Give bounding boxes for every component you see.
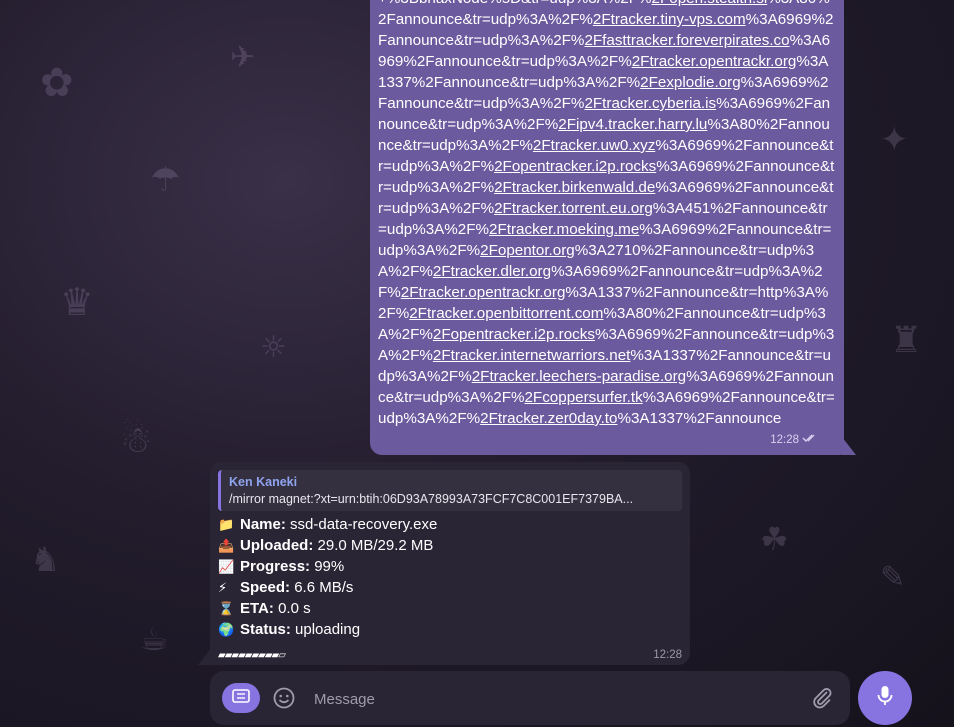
message-link[interactable]: 2Ftracker.opentrackr.org	[632, 53, 797, 70]
reply-text: /mirror magnet:?xt=urn:btih:06D93A78993A…	[229, 492, 634, 506]
status-line-progress: 📈 Progress: 99%	[218, 556, 344, 578]
chart-increasing-icon: 📈	[218, 560, 235, 575]
reply-author: Ken Kaneki	[229, 475, 298, 489]
progress-bar: ▰▰▰▰▰▰▰▰▰▱	[218, 650, 286, 661]
message-link[interactable]: 2Ftracker.uw0.xyz	[533, 137, 655, 154]
voice-record-button[interactable]	[858, 671, 912, 725]
line-value: 99%	[314, 558, 345, 575]
message-link[interactable]: 2Fopentracker.i2p.rocks	[433, 326, 595, 343]
message-link[interactable]: 2Ftracker.cyberia.is	[584, 95, 716, 112]
message-link[interactable]: 2Ftracker.zer0day.to	[480, 410, 617, 427]
message-time: 12:28	[770, 434, 799, 446]
message-composer	[210, 671, 850, 725]
folder-icon: 📁	[218, 518, 235, 533]
lightning-icon: ⚡	[218, 581, 228, 596]
double-check-icon	[802, 430, 818, 451]
reply-quote[interactable]: Ken Kaneki /mirror magnet:?xt=urn:btih:0…	[218, 470, 682, 511]
message-link[interactable]: 2Fipv4.tracker.harry.lu	[558, 116, 707, 133]
status-line-speed: ⚡ Speed: 6.6 MB/s	[218, 577, 353, 599]
message-link[interactable]: 2Ftracker.leechers-paradise.org	[472, 368, 686, 385]
line-value: uploading	[295, 621, 361, 638]
message-link[interactable]: 2Fopentor.org	[480, 242, 575, 259]
message-link[interactable]: 2Ftracker.opentrackr.org	[401, 284, 566, 301]
message-link[interactable]: 2Ftracker.torrent.eu.org	[494, 200, 653, 217]
globe-icon: 🌍	[218, 623, 235, 638]
status-line-status: 🌍 Status: uploading	[218, 619, 360, 641]
status-line-eta: ⌛ ETA: 0.0 s	[218, 598, 311, 620]
outgoing-message-bubble[interactable]: +%3BbhaxNode%5D&tr=udp%3A%2F%2Fopen.stea…	[370, 0, 844, 455]
outbox-icon: 📤	[218, 539, 235, 554]
line-label: Uploaded:	[240, 537, 314, 554]
line-label: Progress:	[240, 558, 311, 575]
message-text-segment: %3A1337%2Fannounce	[617, 410, 782, 427]
line-value: ssd-data-recovery.exe	[290, 516, 438, 533]
message-link[interactable]: 2Ftracker.moeking.me	[489, 221, 639, 238]
status-line-uploaded: 📤 Uploaded: 29.0 MB/29.2 MB	[218, 535, 433, 557]
line-value: 0.0 s	[278, 600, 311, 617]
outgoing-message-text: +%3BbhaxNode%5D&tr=udp%3A%2F%2Fopen.stea…	[378, 0, 836, 429]
line-value: 6.6 MB/s	[294, 579, 354, 596]
status-line-name: 📁 Name: ssd-data-recovery.exe	[218, 514, 437, 536]
message-link[interactable]: 2Ftracker.openbittorrent.com	[409, 305, 603, 322]
incoming-message-bubble[interactable]: Ken Kaneki /mirror magnet:?xt=urn:btih:0…	[210, 462, 690, 665]
message-link[interactable]: 2Fexplodie.org	[640, 74, 740, 91]
message-link[interactable]: 2Fopentracker.i2p.rocks	[494, 158, 656, 175]
message-link[interactable]: 2Ftracker.birkenwald.de	[494, 179, 655, 196]
emoji-button[interactable]	[272, 686, 296, 710]
line-label: Name:	[240, 516, 286, 533]
hourglass-icon: ⌛	[218, 602, 235, 617]
bot-menu-button[interactable]	[222, 683, 260, 713]
line-label: Status:	[240, 621, 291, 638]
message-link[interactable]: 2Ffasttracker.foreverpirates.co	[584, 32, 789, 49]
menu-icon	[232, 688, 250, 708]
outgoing-message-meta: 12:28	[770, 430, 818, 451]
message-link[interactable]: 2Fopen.stealth.si	[652, 0, 768, 7]
message-link[interactable]: 2Ftracker.tiny-vps.com	[593, 11, 746, 28]
message-link[interactable]: 2Fcoppersurfer.tk	[524, 389, 642, 406]
message-link[interactable]: 2Ftracker.dler.org	[433, 263, 551, 280]
paperclip-icon	[810, 688, 834, 714]
message-time: 12:28	[653, 649, 682, 661]
message-input[interactable]	[312, 685, 786, 713]
microphone-icon	[875, 684, 895, 713]
line-value: 29.0 MB/29.2 MB	[317, 537, 434, 554]
line-label: ETA:	[240, 600, 274, 617]
line-label: Speed:	[240, 579, 291, 596]
attach-button[interactable]	[810, 686, 834, 710]
message-text-segment: +%3BbhaxNode%5D&tr=udp%3A%2F%	[378, 0, 652, 7]
message-link[interactable]: 2Ftracker.internetwarriors.net	[433, 347, 631, 364]
smile-icon	[272, 687, 296, 714]
